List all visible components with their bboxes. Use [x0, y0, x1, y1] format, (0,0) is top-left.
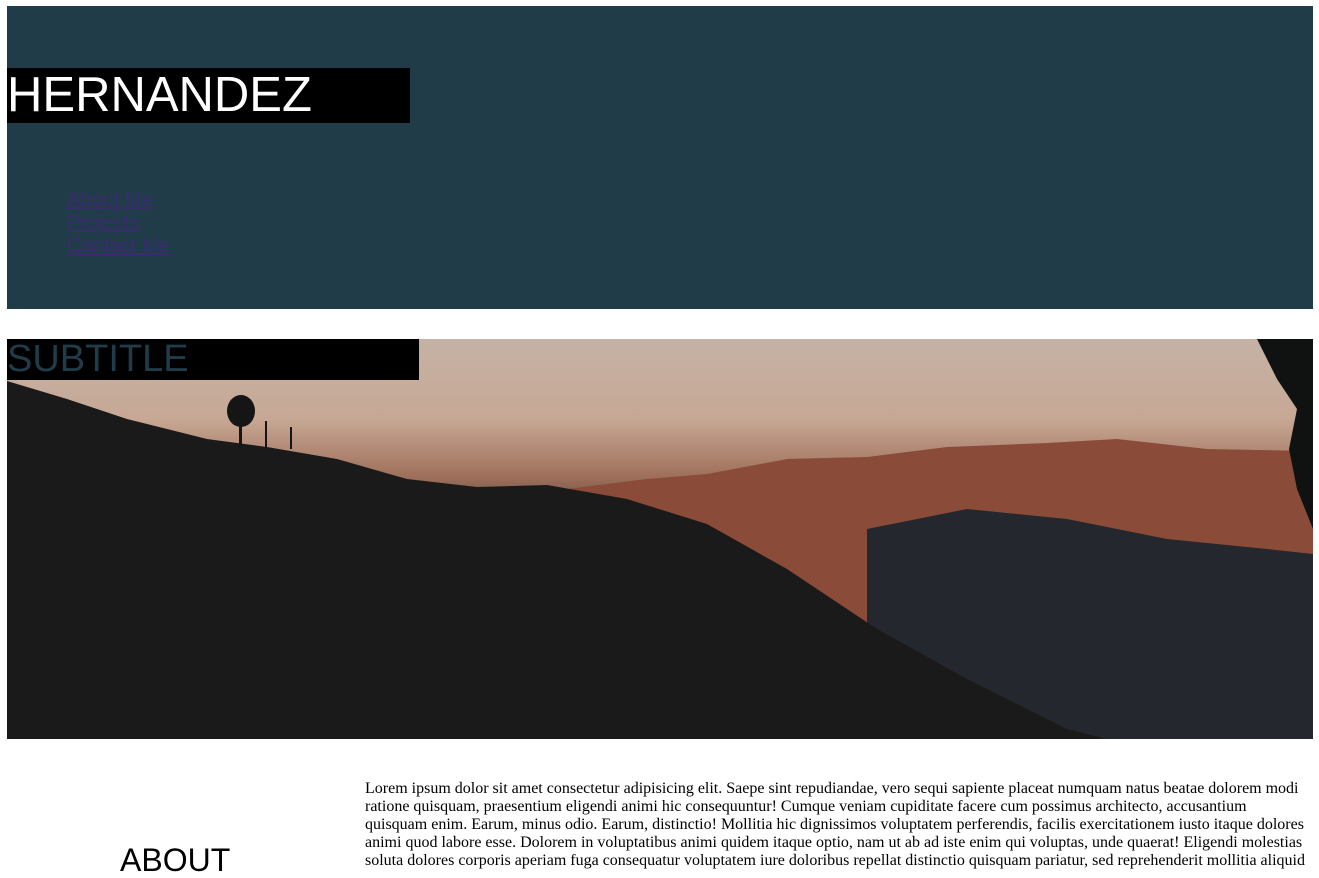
nav-item-contact: Contact Me — [67, 235, 169, 258]
hero-banner: SUBTITLE — [7, 339, 1313, 739]
nav-item-about: About Me — [67, 189, 169, 212]
nav-link-contact-me[interactable]: Contact Me — [67, 235, 169, 257]
site-header: HERNANDEZ About Me Projects Contact Me — [7, 6, 1313, 309]
nav-item-projects: Projects — [67, 212, 169, 235]
hero-landscape-image — [7, 339, 1313, 739]
about-heading: ABOUT — [120, 842, 231, 878]
hero-subtitle: SUBTITLE — [7, 339, 419, 380]
nav-link-projects[interactable]: Projects — [67, 212, 139, 234]
nav-link-about-me[interactable]: About Me — [67, 189, 153, 211]
main-nav: About Me Projects Contact Me — [67, 189, 169, 258]
about-paragraph: Lorem ipsum dolor sit amet consectetur a… — [365, 780, 1305, 869]
tree-silhouettes — [227, 395, 292, 449]
site-title: HERNANDEZ — [7, 68, 410, 123]
